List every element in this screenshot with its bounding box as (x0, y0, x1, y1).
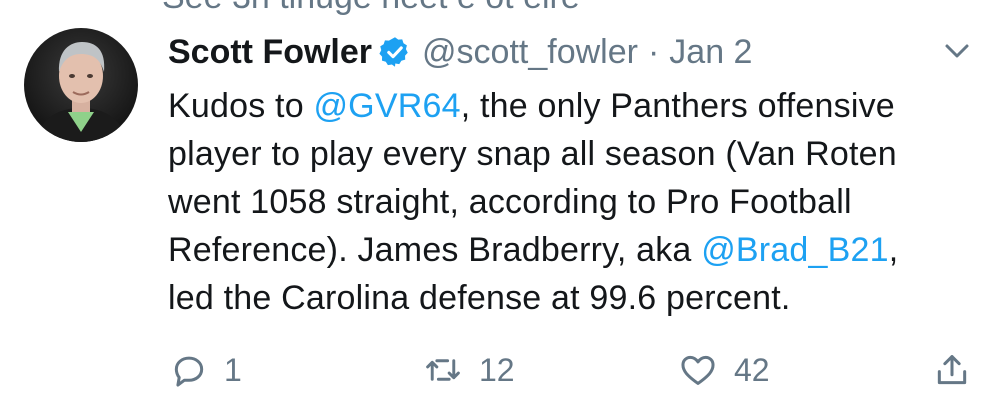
reply-bubble-icon (170, 351, 208, 389)
like-button[interactable]: 42 (678, 348, 770, 392)
text-segment: , (888, 231, 899, 269)
tweet-text-line: Reference). James Bradberry, aka @Brad_B… (168, 226, 988, 274)
tweet-date[interactable]: Jan 2 (669, 33, 752, 72)
text-segment: , the only Panthers offensive (460, 87, 895, 125)
tweet-text-line: Kudos to @GVR64, the only Panthers offen… (168, 82, 988, 130)
retweet-button[interactable]: 12 (423, 348, 515, 392)
reply-count: 1 (224, 351, 242, 388)
previous-tweet-fragment: See 3n tinuge heet e ot eire (162, 0, 580, 17)
text-segment: Kudos to (168, 87, 314, 125)
tweet-text-line: went 1058 straight, according to Pro Foo… (168, 183, 852, 221)
tweet-actions: 1 12 42 (0, 348, 1000, 392)
tweet-text-line: led the Carolina defense at 99.6 percent… (168, 279, 791, 317)
mention-link[interactable]: @Brad_B21 (701, 231, 889, 269)
avatar[interactable] (24, 28, 138, 142)
retweet-arrows-icon (423, 351, 463, 389)
author-handle[interactable]: @scott_fowler (422, 33, 638, 72)
author-name[interactable]: Scott Fowler (168, 33, 372, 72)
tweet-text: Kudos to @GVR64, the only Panthers offen… (168, 82, 988, 322)
verified-badge-icon (378, 35, 412, 69)
mention-link[interactable]: @GVR64 (313, 87, 460, 125)
tweet-text-line: player to play every snap all season (Va… (168, 135, 897, 173)
header-separator: · (647, 32, 660, 71)
reply-button[interactable]: 1 (170, 348, 242, 392)
tweet-header: Scott Fowler @scott_fowler · Jan 2 (168, 30, 752, 74)
chevron-down-icon[interactable] (940, 40, 974, 64)
heart-outline-icon (678, 351, 718, 389)
like-count: 42 (734, 351, 770, 388)
text-segment: Reference). James Bradberry, aka (168, 231, 702, 269)
share-button[interactable] (933, 348, 971, 392)
retweet-count: 12 (479, 351, 515, 388)
share-upload-icon (933, 351, 971, 389)
